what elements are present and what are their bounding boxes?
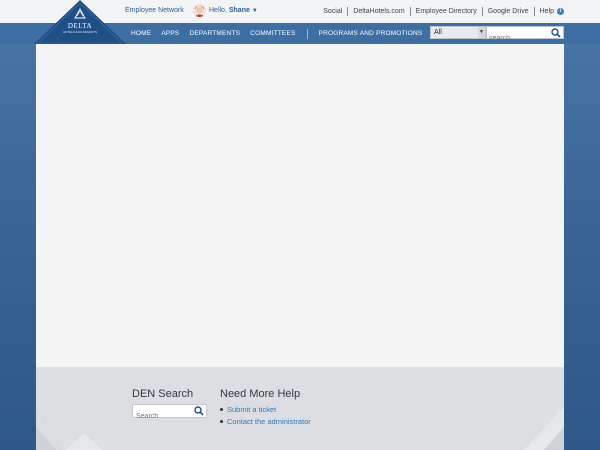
need-more-help-title: Need More Help xyxy=(220,388,301,400)
den-search-box xyxy=(132,404,207,423)
nav-divider xyxy=(306,28,308,39)
nav-item-programs-and-promotions[interactable]: PROGRAMS AND PROMOTIONS xyxy=(319,30,423,37)
help-links-list: Submit a ticket Contact the administrato… xyxy=(220,405,311,429)
search-icon[interactable] xyxy=(194,406,204,416)
global-search-input[interactable] xyxy=(487,33,551,44)
chevron-down-icon: ▼ xyxy=(251,8,258,14)
list-item: Contact the administrator xyxy=(220,417,311,426)
divider xyxy=(409,7,411,16)
footer-decoration xyxy=(524,407,564,450)
delta-logo[interactable]: DELTA HOTELS AND RESORTS xyxy=(34,0,126,46)
greeting-prefix: Hello, xyxy=(209,7,227,14)
help-link[interactable]: Help xyxy=(540,8,554,15)
user-name: Shane xyxy=(228,7,250,14)
main-nav: HOME APPS DEPARTMENTS COMMITTEES PROGRAM… xyxy=(126,23,427,44)
google-drive-link[interactable]: Google Drive xyxy=(488,8,529,15)
divider xyxy=(533,7,535,16)
footer: DEN Search Need More Help Submit a ticke… xyxy=(36,367,564,450)
deltahotels-link[interactable]: DeltaHotels.com xyxy=(353,8,404,15)
nav-item-departments[interactable]: DEPARTMENTS xyxy=(189,30,240,37)
employee-directory-link[interactable]: Employee Directory xyxy=(416,8,477,15)
divider xyxy=(481,7,483,16)
bullet-icon xyxy=(220,420,223,423)
nav-item-home[interactable]: HOME xyxy=(131,30,151,37)
help-icon[interactable]: i xyxy=(557,8,564,15)
den-search-title: DEN Search xyxy=(132,388,194,400)
user-greeting[interactable]: Hello, Shane ▼ xyxy=(209,7,258,14)
global-search-box xyxy=(486,26,564,44)
nav-item-apps[interactable]: APPS xyxy=(161,30,179,37)
chevron-down-icon: ▼ xyxy=(478,27,485,38)
contact-administrator-link[interactable]: Contact the administrator xyxy=(227,417,311,426)
logo-brand-name: DELTA xyxy=(67,22,93,30)
main-content-area xyxy=(36,44,564,367)
den-search-input[interactable] xyxy=(133,410,197,423)
search-scope-select[interactable]: All ▼ xyxy=(430,26,486,39)
list-item: Submit a ticket xyxy=(220,405,311,414)
bullet-icon xyxy=(220,408,223,411)
submit-ticket-link[interactable]: Submit a ticket xyxy=(227,405,276,414)
logo-tagline: HOTELS AND RESORTS xyxy=(62,30,98,34)
divider xyxy=(347,7,349,16)
user-avatar[interactable] xyxy=(193,4,206,17)
nav-item-committees[interactable]: COMMITTEES xyxy=(250,30,295,37)
search-icon[interactable] xyxy=(551,28,561,38)
top-links: Social DeltaHotels.com Employee Director… xyxy=(323,7,564,16)
search-scope-value: All xyxy=(434,29,442,36)
social-link[interactable]: Social xyxy=(323,8,342,15)
employee-network-link[interactable]: Employee Network xyxy=(125,7,184,14)
footer-decoration xyxy=(36,406,102,450)
